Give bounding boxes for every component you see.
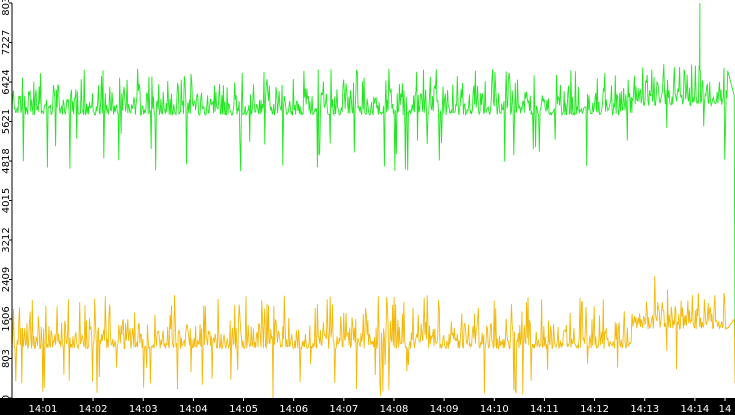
x-tick-label: 14:10	[480, 404, 509, 415]
x-tick-label: 14:01	[29, 404, 58, 415]
y-tick-label: 1606	[1, 306, 12, 331]
y-tick-label: 803	[1, 349, 12, 368]
x-tick-label: 14	[719, 404, 732, 415]
x-tick-label: 14:13	[630, 404, 659, 415]
y-tick-label: 4015	[1, 188, 12, 213]
axes-layer: 0 803 1606 2409 3212 4015 4818 5621 6424 7227 8031…	[0, 0, 735, 415]
x-axis-band	[0, 398, 735, 415]
series-2-line	[11, 275, 735, 398]
y-tick-label: 7227	[1, 30, 12, 55]
y-tick-label: 5621	[1, 109, 12, 134]
x-tick-label: 14:03	[129, 404, 158, 415]
y-tick-label: 2409	[1, 267, 12, 292]
y-tick-label: 3212	[1, 227, 12, 252]
x-tick-label: 14:08	[380, 404, 409, 415]
x-tick-label: 14:05	[229, 404, 258, 415]
x-tick-label: 14:09	[430, 404, 459, 415]
x-tick-label: 14:04	[179, 404, 208, 415]
y-tick-label: 8031	[1, 0, 12, 16]
chart: 0 803 1606 2409 3212 4015 4818 5621 6424 7227 8031…	[0, 0, 735, 415]
x-tick-label: 14:12	[580, 404, 609, 415]
series-1-line	[11, 2, 735, 340]
series-layer	[11, 2, 735, 398]
x-tick-label: 14:06	[279, 404, 308, 415]
x-tick-label: 14:02	[79, 404, 108, 415]
y-tick-label: 4818	[1, 148, 12, 173]
x-tick-label: 14:14	[680, 404, 709, 415]
x-tick-label: 14:07	[329, 404, 358, 415]
x-tick-label: 14:11	[530, 404, 559, 415]
y-tick-label: 0	[1, 395, 12, 401]
y-tick-label: 6424	[1, 69, 12, 94]
